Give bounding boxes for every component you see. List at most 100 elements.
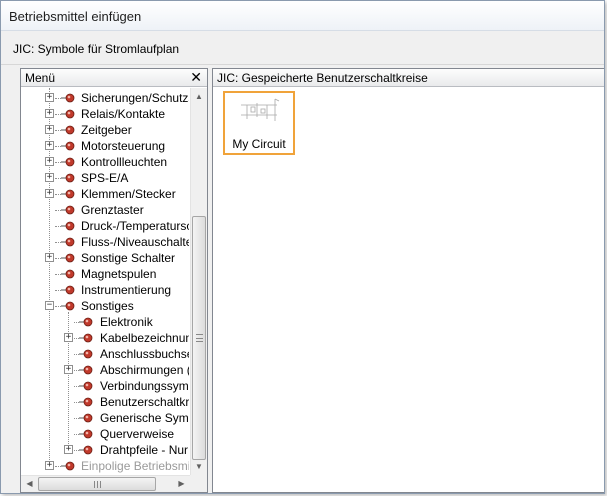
scroll-down-icon[interactable]: ▼ [191,458,207,475]
component-node-icon [61,301,75,311]
collapse-icon[interactable]: − [45,301,54,310]
expand-icon[interactable]: + [64,365,73,374]
tree-item-label: Elektronik [100,315,153,329]
tree-item[interactable]: + Kontrollleuchten [21,154,189,170]
tree-item[interactable]: Magnetspulen [21,266,189,282]
menu-panel-header: Menü ✕ [21,69,207,87]
component-node-icon [61,141,75,151]
expand-icon[interactable]: + [45,93,54,102]
tree-item[interactable]: + SPS-E/A [21,170,189,186]
tree-item-label: Verbindungssymbol [100,379,189,393]
expand-icon[interactable]: + [45,125,54,134]
component-node-icon [79,317,93,327]
tree-item-label: Sonstiges [81,299,134,313]
tree-item-label: Querverweise [100,427,175,441]
expand-icon[interactable]: + [45,109,54,118]
tree-item-label: Druck-/Temperatursch [81,219,189,233]
scroll-right-icon[interactable]: ▶ [173,476,190,492]
tree-item[interactable]: + Einpolige Betriebsmittel [21,458,189,474]
tree-item[interactable]: + Sicherungen/Schutzsc [21,90,189,106]
expand-icon[interactable]: + [45,189,54,198]
vertical-scroll-thumb[interactable] [192,216,206,460]
scroll-left-icon[interactable]: ◀ [21,476,38,492]
scroll-up-icon[interactable]: ▲ [191,88,207,105]
tree-item[interactable]: Grenztaster [21,202,189,218]
expand-icon[interactable]: + [45,461,54,470]
tree-item-label: SPS-E/A [81,171,129,185]
tree-item[interactable]: Instrumentierung [21,282,189,298]
circuit-tile-my-circuit[interactable]: My Circuit [223,91,295,155]
divider [1,64,604,65]
tree-item-label: Abschirmungen (nic [100,363,189,377]
tree-item-label: Kontrollleuchten [81,155,168,169]
tree-item[interactable]: Querverweise [21,426,189,442]
component-node-icon [79,381,93,391]
tree-item[interactable]: + Drahtpfeile - Nur Re [21,442,189,458]
tree-item[interactable]: Elektronik [21,314,189,330]
tree-item[interactable]: Benutzerschaltkreis [21,394,189,410]
component-node-icon [79,365,93,375]
expand-icon[interactable]: + [45,173,54,182]
component-node-icon [79,429,93,439]
component-node-icon [61,205,75,215]
tree-item-label: Motorsteuerung [81,139,166,153]
tree-item-label: Benutzerschaltkreis [100,395,189,409]
close-icon[interactable]: ✕ [190,69,202,86]
tree-item[interactable]: Verbindungssymbol [21,378,189,394]
component-node-icon [79,333,93,343]
tree-item-label: Sonstige Schalter [81,251,176,265]
tree-item[interactable]: + Abschirmungen (nic [21,362,189,378]
insert-component-window: Betriebsmittel einfügen JIC: Symbole für… [0,0,605,494]
window-title: Betriebsmittel einfügen [9,9,142,24]
tree-item[interactable]: + Relais/Kontakte [21,106,189,122]
tree-item[interactable]: Druck-/Temperatursch [21,218,189,234]
expand-icon[interactable]: + [45,157,54,166]
tree-item-label: Fluss-/Niveauschalter [81,235,189,249]
tree-item-label: Einpolige Betriebsmittel [81,459,189,473]
tree-item[interactable]: + Sonstige Schalter [21,250,189,266]
tree-item[interactable]: + Klemmen/Stecker [21,186,189,202]
tree-item-label: Magnetspulen [81,267,157,281]
saved-circuits-panel: JIC: Gespeicherte Benutzerschaltkreise M… [212,68,604,493]
component-node-icon [79,349,93,359]
component-node-icon [61,109,75,119]
tree-item[interactable]: + Zeitgeber [21,122,189,138]
component-node-icon [61,93,75,103]
component-node-icon [61,221,75,231]
expand-icon[interactable]: + [64,333,73,342]
saved-circuits-header: JIC: Gespeicherte Benutzerschaltkreise [213,69,604,87]
expand-icon[interactable]: + [64,445,73,454]
component-node-icon [61,157,75,167]
horizontal-scroll-thumb[interactable] [38,477,156,491]
expand-icon[interactable]: + [45,253,54,262]
tree-item[interactable]: Fluss-/Niveauschalter [21,234,189,250]
component-node-icon [61,125,75,135]
component-node-icon [79,445,93,455]
horizontal-scrollbar[interactable]: ◀ ▶ [21,475,190,492]
tree-item-label: Kabelbezeichnunge [100,331,189,345]
component-node-icon [61,461,75,471]
menu-tree: + Sicherungen/Schutzsc + Relais/Kontakte + Ze… [21,88,189,474]
menu-panel: Menü ✕ + Sicherungen/Schutzsc + Relais/Kont… [20,68,208,493]
tree-item-label: Relais/Kontakte [81,107,166,121]
component-node-icon [79,397,93,407]
tree-item-label: Anschlussbuchsen [100,347,189,361]
tree-item[interactable]: Anschlussbuchsen [21,346,189,362]
symbol-library-label: JIC: Symbole für Stromlaufplan [13,42,180,56]
vertical-scrollbar[interactable]: ▲ ▼ [190,88,207,475]
saved-circuits-title: JIC: Gespeicherte Benutzerschaltkreise [217,71,428,85]
tree-item[interactable]: + Motorsteuerung [21,138,189,154]
tree-item-label: Grenztaster [81,203,144,217]
component-node-icon [61,189,75,199]
circuit-tile-label: My Circuit [232,137,286,151]
tree-item[interactable]: + Kabelbezeichnunge [21,330,189,346]
circuit-thumbnail-icon [241,98,280,121]
tree-item-label: Generische Symbol [100,411,189,425]
tree-item[interactable]: − Sonstiges [21,298,189,314]
tree-item-label: Instrumentierung [81,283,172,297]
scroll-corner [190,475,207,492]
tree-item-label: Klemmen/Stecker [81,187,176,201]
title-bar[interactable]: Betriebsmittel einfügen [1,1,604,31]
expand-icon[interactable]: + [45,141,54,150]
tree-item[interactable]: Generische Symbol [21,410,189,426]
